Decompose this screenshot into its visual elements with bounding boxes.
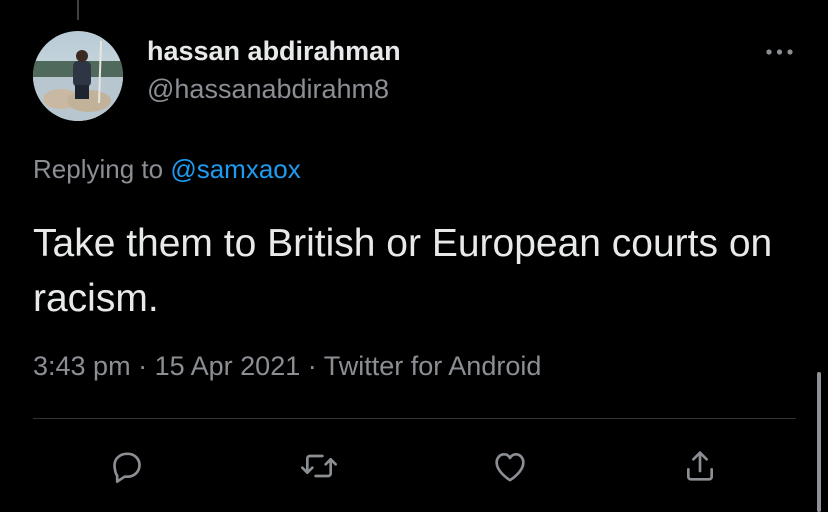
reply-button[interactable] xyxy=(105,444,149,488)
retweet-button[interactable] xyxy=(297,444,341,488)
tweet-date[interactable]: 15 Apr 2021 xyxy=(155,351,301,381)
reply-icon xyxy=(113,452,141,483)
tweet-time[interactable]: 3:43 pm xyxy=(33,351,131,381)
share-icon xyxy=(687,451,713,481)
mention-link[interactable]: @samxaox xyxy=(170,154,300,184)
profile-photo xyxy=(33,31,123,121)
share-button[interactable] xyxy=(678,444,722,488)
like-button[interactable] xyxy=(488,444,532,488)
thread-connector-line xyxy=(77,0,79,20)
avatar[interactable] xyxy=(33,31,123,121)
tweet-text: Take them to British or European courts … xyxy=(33,222,773,320)
more-horizontal-icon xyxy=(766,49,793,55)
replying-to: Replying to @samxaox xyxy=(33,154,301,185)
heart-icon xyxy=(495,453,525,482)
tweet-metadata: 3:43 pm · 15 Apr 2021 · Twitter for Andr… xyxy=(33,351,541,382)
more-options-button[interactable] xyxy=(760,38,800,66)
retweet-icon xyxy=(301,454,337,478)
author-display-name[interactable]: hassan abdirahman xyxy=(147,36,401,67)
replying-to-label: Replying to xyxy=(33,154,164,184)
tweet-client[interactable]: Twitter for Android xyxy=(324,351,542,381)
meta-separator: · xyxy=(307,351,317,381)
meta-separator: · xyxy=(138,351,148,381)
author-handle[interactable]: @hassanabdirahm8 xyxy=(147,74,389,105)
scrollbar[interactable] xyxy=(817,372,821,512)
divider xyxy=(33,418,796,419)
